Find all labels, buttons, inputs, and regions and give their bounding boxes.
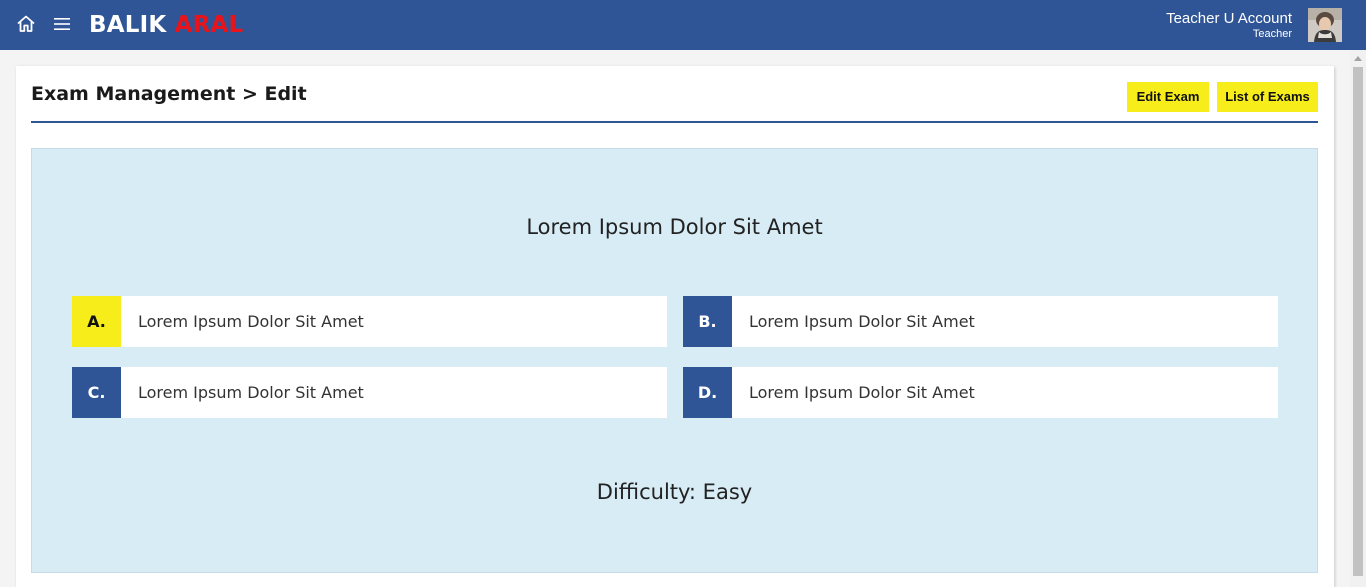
account-info[interactable]: Teacher U Account Teacher	[1166, 10, 1292, 41]
top-navbar: BALIK ARAL Teacher U Account Teacher	[0, 0, 1366, 50]
option-d-letter: D.	[683, 367, 732, 418]
option-c[interactable]: C. Lorem Ipsum Dolor Sit Amet	[72, 367, 667, 418]
hamburger-menu-icon[interactable]	[53, 15, 71, 33]
question-text: Lorem Ipsum Dolor Sit Amet	[526, 215, 823, 239]
option-b-text: Lorem Ipsum Dolor Sit Amet	[749, 312, 975, 331]
option-a[interactable]: A. Lorem Ipsum Dolor Sit Amet	[72, 296, 667, 347]
option-b-letter: B.	[683, 296, 732, 347]
vertical-scrollbar[interactable]	[1350, 50, 1366, 587]
account-role: Teacher	[1252, 28, 1292, 40]
option-d-text: Lorem Ipsum Dolor Sit Amet	[749, 383, 975, 402]
title-divider	[31, 121, 1318, 123]
home-icon[interactable]	[16, 14, 36, 34]
list-of-exams-button[interactable]: List of Exams	[1217, 82, 1318, 112]
account-name: Teacher U Account	[1166, 10, 1292, 27]
scrollbar-thumb[interactable]	[1353, 67, 1363, 576]
brand-word-balik: BALIK	[89, 12, 167, 38]
brand-logo[interactable]: BALIK ARAL	[89, 10, 243, 40]
edit-exam-button[interactable]: Edit Exam	[1127, 82, 1209, 112]
scroll-up-arrow-icon[interactable]	[1354, 56, 1362, 61]
option-a-text: Lorem Ipsum Dolor Sit Amet	[138, 312, 364, 331]
question-panel: Lorem Ipsum Dolor Sit Amet A. Lorem Ipsu…	[31, 148, 1318, 573]
brand-word-aral: ARAL	[174, 12, 244, 38]
option-d[interactable]: D. Lorem Ipsum Dolor Sit Amet	[683, 367, 1278, 418]
difficulty-label: Difficulty: Easy	[596, 480, 753, 504]
avatar[interactable]	[1308, 8, 1342, 42]
option-c-letter: C.	[72, 367, 121, 418]
option-b[interactable]: B. Lorem Ipsum Dolor Sit Amet	[683, 296, 1278, 347]
option-a-letter: A.	[72, 296, 121, 347]
page-title: Exam Management > Edit	[31, 83, 307, 105]
option-c-text: Lorem Ipsum Dolor Sit Amet	[138, 383, 364, 402]
